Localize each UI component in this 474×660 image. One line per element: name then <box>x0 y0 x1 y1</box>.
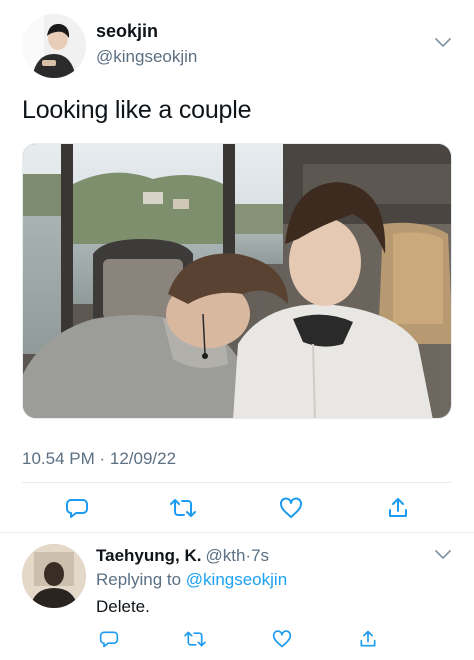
reply-author-display-name[interactable]: Taehyung, K. <box>96 546 201 565</box>
chevron-down-icon[interactable] <box>434 36 452 50</box>
reply-text: Delete. <box>96 597 150 616</box>
tweet-timestamp[interactable]: 10.54 PM · 12/09/22 <box>22 449 176 469</box>
share-button[interactable] <box>353 624 383 654</box>
reply-author-avatar[interactable] <box>22 544 86 608</box>
reply-action-bar <box>94 624 394 654</box>
chevron-down-icon[interactable] <box>434 548 452 562</box>
tweet-text: Looking like a couple <box>22 96 252 124</box>
divider <box>0 532 474 533</box>
replying-to-mention[interactable]: @kingseokjin <box>186 570 287 589</box>
like-icon <box>272 630 292 648</box>
reply-button[interactable] <box>94 624 124 654</box>
tweet-photo[interactable] <box>22 143 452 419</box>
replying-to-prefix: Replying to <box>96 570 186 589</box>
reply-icon <box>99 631 119 648</box>
author-handle[interactable]: @kingseokjin <box>96 47 197 67</box>
reply-button[interactable] <box>62 493 92 523</box>
share-icon <box>389 498 407 517</box>
retweet-button[interactable] <box>168 493 198 523</box>
reply-author-line: Taehyung, K. @kth·7s <box>96 546 269 566</box>
like-button[interactable] <box>267 624 297 654</box>
retweet-button[interactable] <box>180 624 210 654</box>
like-icon <box>280 497 302 518</box>
tweet-action-bar <box>22 493 454 523</box>
author-avatar[interactable] <box>22 14 86 78</box>
divider <box>22 482 452 483</box>
tweet-header: seokjin @kingseokjin <box>22 14 454 78</box>
retweet-icon <box>170 499 196 517</box>
share-icon <box>360 630 376 647</box>
retweet-icon <box>184 631 206 647</box>
share-button[interactable] <box>383 493 413 523</box>
replying-to-line: Replying to @kingseokjin <box>96 570 287 590</box>
reply-time[interactable]: ·7s <box>245 546 269 565</box>
reply-author-handle[interactable]: @kth <box>205 546 245 565</box>
author-display-name[interactable]: seokjin <box>96 21 158 42</box>
reply-icon <box>66 499 88 518</box>
like-button[interactable] <box>276 493 306 523</box>
